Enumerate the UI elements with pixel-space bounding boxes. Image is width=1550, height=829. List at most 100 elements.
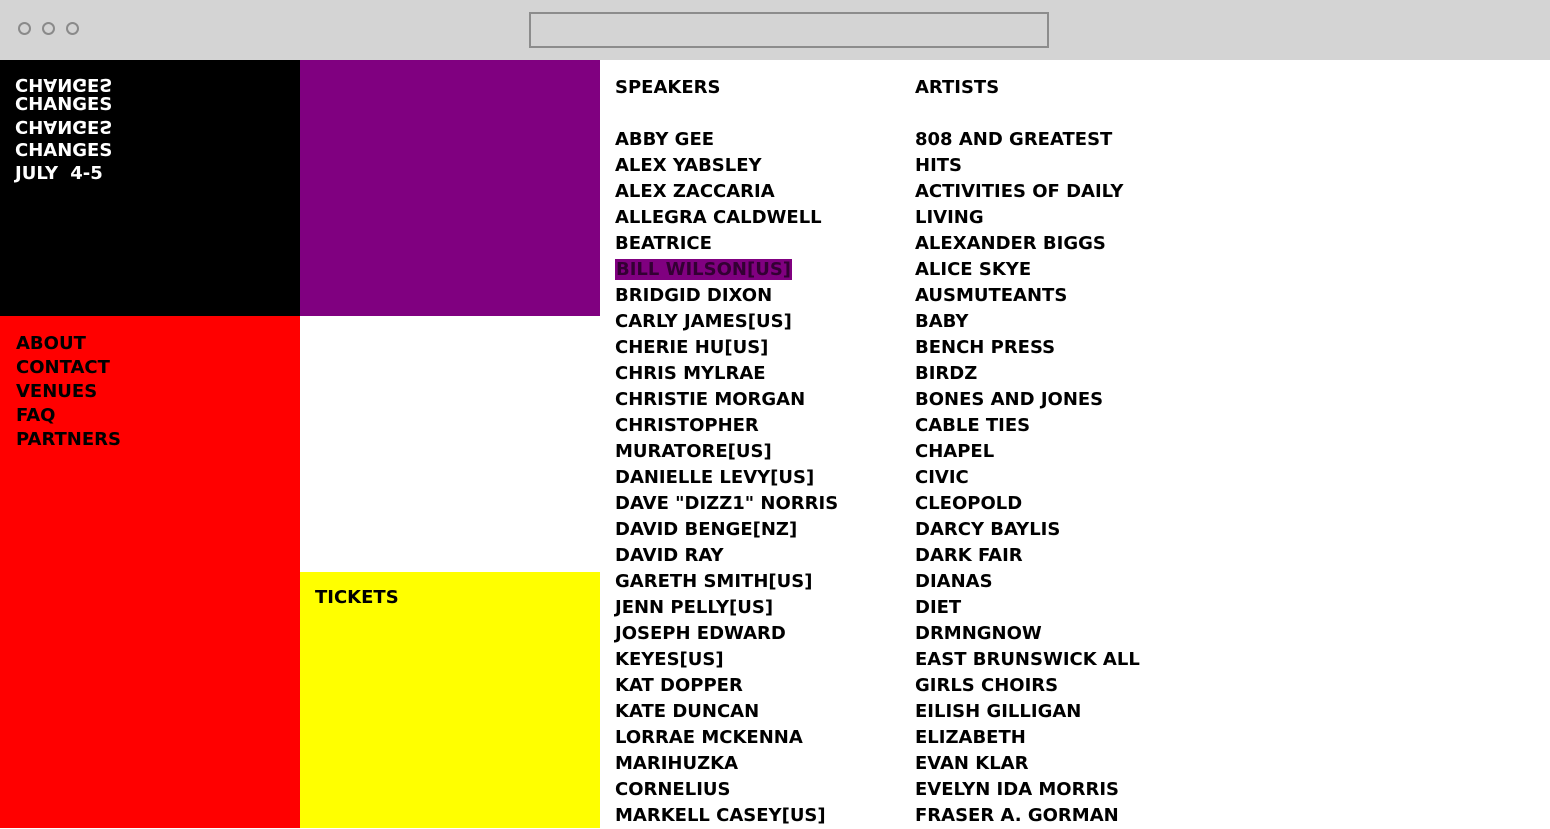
address-bar[interactable]: [529, 12, 1049, 48]
artist-item-link[interactable]: EVAN KLAR: [915, 753, 1028, 774]
artist-item-link[interactable]: DIANAS: [915, 571, 993, 592]
speaker-item: CORNELIUS: [615, 777, 900, 803]
artists-list: 808 AND GREATEST HITS ACTIVITIES OF DAILY L…: [915, 127, 1215, 829]
speaker-item-link[interactable]: ABBY GEE: [615, 129, 714, 150]
speaker-item: ABBY GEE: [615, 127, 900, 153]
speaker-item: JENN PELLY[US]: [615, 595, 900, 621]
artist-item-link[interactable]: GIRLS CHOIRS: [915, 675, 1058, 696]
artist-item-link[interactable]: CHAPEL: [915, 441, 994, 462]
artist-item: EVAN KLAR: [915, 751, 1215, 777]
speaker-item-link[interactable]: MARKELL CASEY[US]: [615, 805, 826, 826]
logo-line-4: CHANGES: [15, 140, 113, 161]
speaker-item: GARETH SMITH[US]: [615, 569, 900, 595]
artist-item-link[interactable]: BIRDZ: [915, 363, 977, 384]
artist-item: LIVING: [915, 205, 1215, 231]
speaker-item-link[interactable]: DAVID BENGE[NZ]: [615, 519, 797, 540]
speaker-item-link[interactable]: KEYES[US]: [615, 649, 724, 670]
artist-item-link[interactable]: HITS: [915, 155, 962, 176]
artist-item-link[interactable]: EAST BRUNSWICK ALL: [915, 649, 1140, 670]
speaker-item-link[interactable]: MURATORE[US]: [615, 441, 772, 462]
artist-item-link[interactable]: ACTIVITIES OF DAILY: [915, 181, 1123, 202]
speaker-item: ALEX ZACCARIA: [615, 179, 900, 205]
artist-item-link[interactable]: BABY: [915, 311, 968, 332]
artist-item-link[interactable]: ALICE SKYE: [915, 259, 1031, 280]
speaker-item-link[interactable]: ALEX YABSLEY: [615, 155, 762, 176]
speakers-list: ABBY GEE ALEX YABSLEY ALEX ZACCARIA ALLEGRA…: [615, 127, 900, 829]
speaker-item-link[interactable]: DAVE "DIZZ1" NORRIS: [615, 493, 838, 514]
speaker-item-link[interactable]: KAT DOPPER: [615, 675, 743, 696]
speaker-item-link[interactable]: LORRAE MCKENNA: [615, 727, 803, 748]
window-close-dot[interactable]: [18, 22, 31, 35]
artist-item: GIRLS CHOIRS: [915, 673, 1215, 699]
nav-about-link[interactable]: ABOUT: [16, 332, 300, 356]
speaker-item: LORRAE MCKENNA: [615, 725, 900, 751]
artist-item: CHAPEL: [915, 439, 1215, 465]
speaker-item: JOSEPH EDWARD: [615, 621, 900, 647]
artist-item-link[interactable]: DIET: [915, 597, 961, 618]
tickets-link[interactable]: TICKETS: [315, 587, 399, 608]
speaker-item: CARLY JAMES[US]: [615, 309, 900, 335]
speaker-item-link[interactable]: CHRIS MYLRAE: [615, 363, 766, 384]
artist-item-link[interactable]: EVELYN IDA MORRIS: [915, 779, 1119, 800]
artist-item: BABY: [915, 309, 1215, 335]
window-maximize-dot[interactable]: [66, 22, 79, 35]
speaker-item-link[interactable]: ALLEGRA CALDWELL: [615, 207, 822, 228]
speaker-item-link[interactable]: JENN PELLY[US]: [615, 597, 773, 618]
logo-line-1: CHANGES: [15, 74, 113, 95]
speaker-item-link[interactable]: CHRISTOPHER: [615, 415, 759, 436]
window-minimize-dot[interactable]: [42, 22, 55, 35]
speaker-item-link[interactable]: GARETH SMITH[US]: [615, 571, 812, 592]
artist-item: CIVIC: [915, 465, 1215, 491]
speaker-item-link[interactable]: MARIHUZKA: [615, 753, 738, 774]
speaker-item-link[interactable]: KATE DUNCAN: [615, 701, 759, 722]
main-nav: ABOUT CONTACT VENUES FAQ PARTNERS: [0, 316, 300, 828]
artist-item-link[interactable]: ELIZABETH: [915, 727, 1026, 748]
artist-item-link[interactable]: BENCH PRESS: [915, 337, 1055, 358]
nav-faq-link[interactable]: FAQ: [16, 404, 300, 428]
speaker-item: MURATORE[US]: [615, 439, 900, 465]
tickets-panel: TICKETS: [300, 572, 600, 828]
speaker-item-link[interactable]: BRIDGID DIXON: [615, 285, 772, 306]
artist-item: FRASER A. GORMAN: [915, 803, 1215, 829]
artist-item-link[interactable]: EILISH GILLIGAN: [915, 701, 1081, 722]
speaker-item: BILL WILSON[US]: [615, 257, 900, 283]
nav-contact-link[interactable]: CONTACT: [16, 356, 300, 380]
artist-item-link[interactable]: LIVING: [915, 207, 984, 228]
logo-line-3: CHANGES: [15, 116, 113, 137]
speaker-item-link[interactable]: CORNELIUS: [615, 779, 730, 800]
artist-item-link[interactable]: 808 AND GREATEST: [915, 129, 1112, 150]
speaker-item-link[interactable]: CARLY JAMES[US]: [615, 311, 792, 332]
speaker-item: DANIELLE LEVY[US]: [615, 465, 900, 491]
artist-item-link[interactable]: BONES AND JONES: [915, 389, 1103, 410]
speaker-item-link[interactable]: BEATRICE: [615, 233, 712, 254]
nav-partners-link[interactable]: PARTNERS: [16, 428, 300, 452]
speaker-item: ALEX YABSLEY: [615, 153, 900, 179]
artist-item: ALICE SKYE: [915, 257, 1215, 283]
festival-dates: JULY 4-5: [15, 163, 103, 184]
speaker-item-link[interactable]: ALEX ZACCARIA: [615, 181, 775, 202]
artist-item: 808 AND GREATEST: [915, 127, 1215, 153]
artist-item: DIANAS: [915, 569, 1215, 595]
artist-item-link[interactable]: DARCY BAYLIS: [915, 519, 1060, 540]
artist-item-link[interactable]: CLEOPOLD: [915, 493, 1022, 514]
artist-item-link[interactable]: CABLE TIES: [915, 415, 1030, 436]
speaker-item-link[interactable]: DAVID RAY: [615, 545, 724, 566]
browser-toolbar: [0, 0, 1550, 60]
speaker-item-link[interactable]: CHRISTIE MORGAN: [615, 389, 805, 410]
artist-item-link[interactable]: CIVIC: [915, 467, 969, 488]
festival-logo[interactable]: CHANGES CHANGES CHANGES CHANGES JULY 4-5: [0, 60, 300, 316]
speaker-item-link[interactable]: CHERIE HU[US]: [615, 337, 768, 358]
speaker-item: DAVID BENGE[NZ]: [615, 517, 900, 543]
speaker-item-link[interactable]: DANIELLE LEVY[US]: [615, 467, 814, 488]
logo-line-2: CHANGES: [15, 94, 113, 115]
artist-item-link[interactable]: DARK FAIR: [915, 545, 1023, 566]
artist-item-link[interactable]: DRMNGNOW: [915, 623, 1042, 644]
artist-item: CABLE TIES: [915, 413, 1215, 439]
speaker-item-link[interactable]: BILL WILSON[US]: [615, 259, 793, 280]
speaker-item-link[interactable]: JOSEPH EDWARD: [615, 623, 786, 644]
speaker-item: DAVE "DIZZ1" NORRIS: [615, 491, 900, 517]
artist-item-link[interactable]: FRASER A. GORMAN: [915, 805, 1119, 826]
nav-venues-link[interactable]: VENUES: [16, 380, 300, 404]
artist-item-link[interactable]: ALEXANDER BIGGS: [915, 233, 1106, 254]
artist-item-link[interactable]: AUSMUTEANTS: [915, 285, 1067, 306]
